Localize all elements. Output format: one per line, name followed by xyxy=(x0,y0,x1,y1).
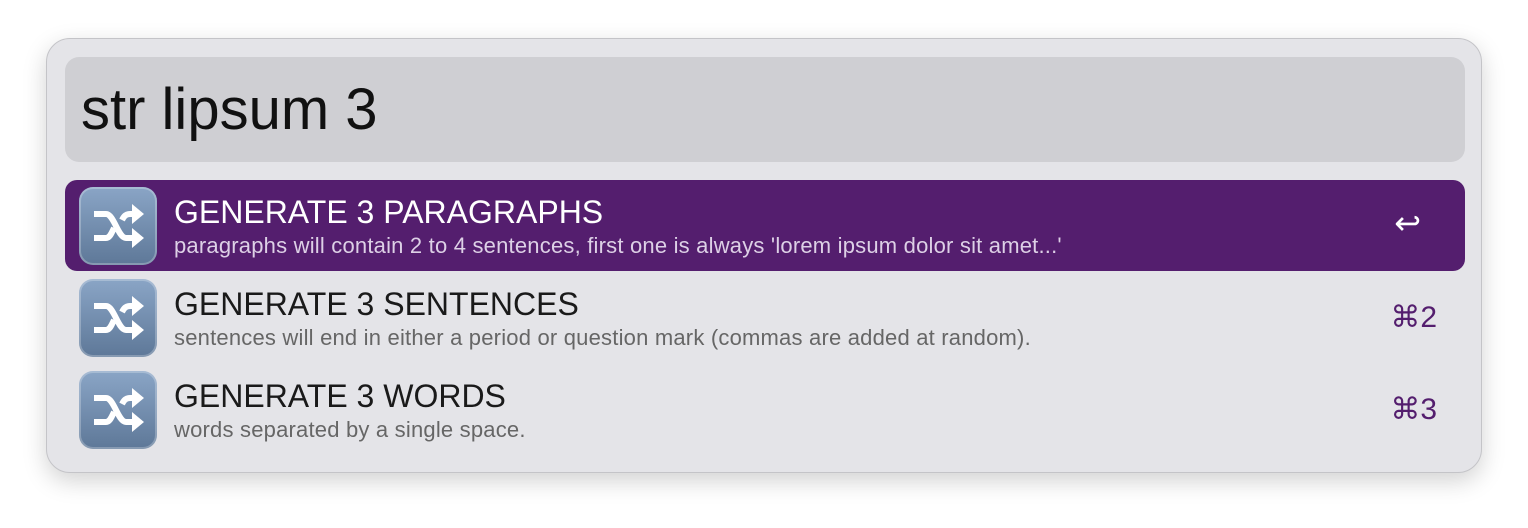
result-subtitle: sentences will end in either a period or… xyxy=(174,325,1031,350)
shortcut-label: ⌘3 xyxy=(1390,393,1437,426)
launcher-window: GENERATE 3 PARAGRAPHS paragraphs will co… xyxy=(46,38,1482,473)
result-title: GENERATE 3 WORDS xyxy=(174,378,506,414)
result-subtitle: paragraphs will contain 2 to 4 sentences… xyxy=(174,233,1062,258)
return-key-icon: ↩ xyxy=(1394,205,1421,241)
shuffle-icon xyxy=(79,371,157,449)
search-field[interactable] xyxy=(65,57,1465,162)
result-row[interactable]: GENERATE 3 SENTENCES sentences will end … xyxy=(65,272,1465,363)
shuffle-icon xyxy=(79,187,157,265)
result-subtitle: words separated by a single space. xyxy=(174,417,526,442)
shortcut-label: ⌘2 xyxy=(1390,301,1437,334)
result-title: GENERATE 3 SENTENCES xyxy=(174,286,579,322)
result-title: GENERATE 3 PARAGRAPHS xyxy=(174,194,604,230)
result-row[interactable]: GENERATE 3 WORDS words separated by a si… xyxy=(65,364,1465,455)
result-row[interactable]: GENERATE 3 PARAGRAPHS paragraphs will co… xyxy=(65,180,1465,271)
shuffle-icon xyxy=(79,279,157,357)
search-input[interactable] xyxy=(81,57,1441,162)
